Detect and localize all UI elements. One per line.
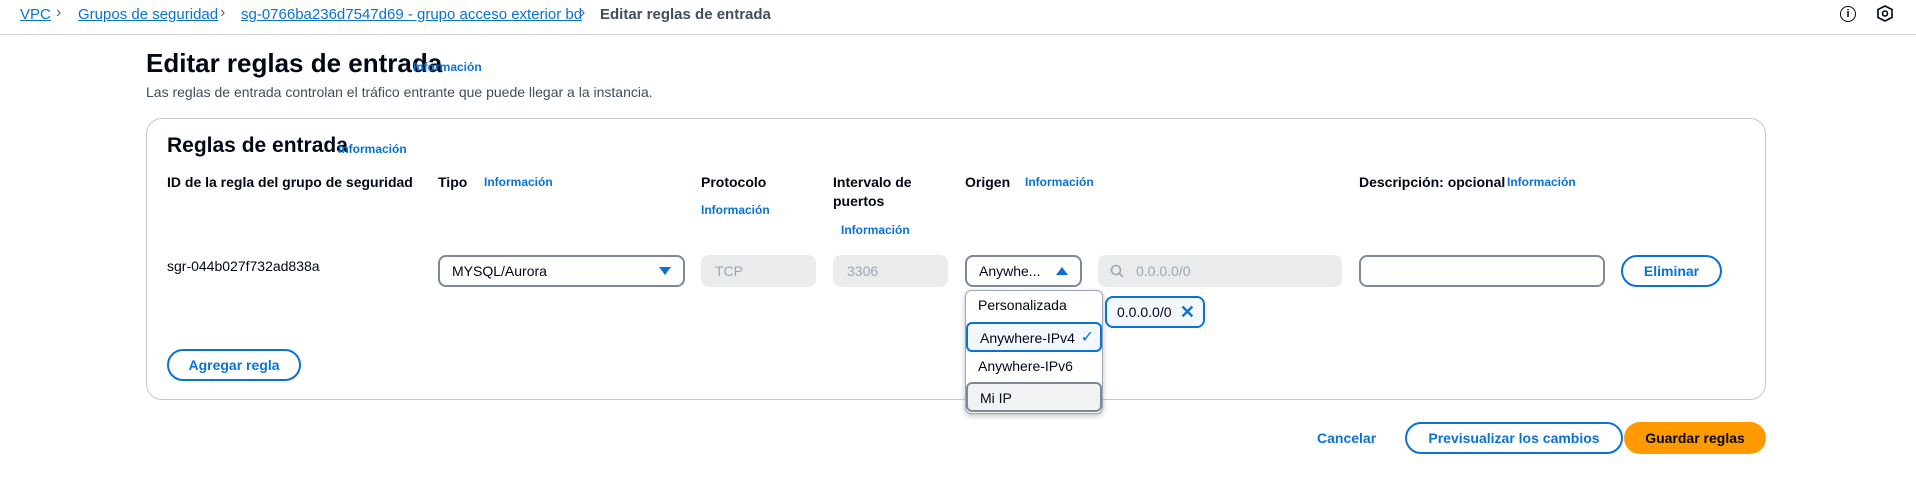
source-option-anywhere-ipv4-label: Anywhere-IPv4 xyxy=(980,330,1075,346)
port-range-input: 3306 xyxy=(833,255,948,287)
add-rule-button[interactable]: Agregar regla xyxy=(167,349,301,381)
column-header-protocol: Protocolo xyxy=(701,174,767,190)
delete-rule-button[interactable]: Eliminar xyxy=(1621,255,1722,287)
cidr-search-input: 0.0.0.0/0 xyxy=(1098,255,1342,287)
description-input[interactable] xyxy=(1359,255,1605,287)
breadcrumb-security-groups-link[interactable]: Grupos de seguridad xyxy=(78,6,218,23)
type-info-link[interactable]: Información xyxy=(484,175,553,189)
chevron-right-icon: › xyxy=(580,4,586,21)
source-dropdown: Personalizada Anywhere-IPv4 ✓ Anywhere-I… xyxy=(965,290,1103,414)
source-option-anywhere-ipv4[interactable]: Anywhere-IPv4 ✓ xyxy=(966,322,1102,352)
column-header-description: Descripción: opcional xyxy=(1359,174,1506,190)
breadcrumb-bar: VPC › Grupos de seguridad › sg-0766ba236… xyxy=(0,0,1916,35)
cidr-token-label: 0.0.0.0/0 xyxy=(1117,304,1172,320)
save-rules-button[interactable]: Guardar reglas xyxy=(1624,422,1766,454)
protocol-info-link[interactable]: Información xyxy=(701,203,770,217)
source-option-anywhere-ipv6[interactable]: Anywhere-IPv6 xyxy=(966,352,1102,382)
port-range-label-line1: Intervalo de xyxy=(833,174,912,190)
port-range-label-line2: puertos xyxy=(833,193,885,209)
settings-hex-icon[interactable] xyxy=(1877,5,1893,22)
breadcrumb-current: Editar reglas de entrada xyxy=(600,6,771,23)
panel-title: Reglas de entrada xyxy=(167,134,348,157)
cidr-token: 0.0.0.0/0 ✕ xyxy=(1105,296,1205,328)
caret-down-icon xyxy=(659,267,671,275)
source-option-personalizada[interactable]: Personalizada xyxy=(966,291,1102,321)
column-header-port-range: Intervalo de puertos xyxy=(833,174,912,209)
column-header-source: Origen xyxy=(965,174,1011,190)
chevron-right-icon: › xyxy=(56,4,62,21)
breadcrumb-vpc-link[interactable]: VPC xyxy=(20,6,51,23)
panel-title-info-link[interactable]: Información xyxy=(338,142,407,156)
chevron-right-icon: › xyxy=(220,4,226,21)
source-select[interactable]: Anywhe... xyxy=(965,255,1082,287)
preview-changes-button[interactable]: Previsualizar los cambios xyxy=(1405,422,1623,454)
cancel-button[interactable]: Cancelar xyxy=(1317,430,1376,446)
page-title: Editar reglas de entrada xyxy=(146,48,443,78)
page-description: Las reglas de entrada controlan el tráfi… xyxy=(146,84,653,100)
search-icon xyxy=(1110,264,1124,278)
close-icon[interactable]: ✕ xyxy=(1180,298,1195,326)
description-info-link[interactable]: Información xyxy=(1507,175,1576,189)
type-select[interactable]: MYSQL/Aurora xyxy=(438,255,685,287)
column-header-rule-id: ID de la regla del grupo de seguridad xyxy=(167,174,413,190)
type-select-value: MYSQL/Aurora xyxy=(452,263,547,279)
info-circle-icon[interactable]: i xyxy=(1840,6,1856,22)
protocol-input: TCP xyxy=(701,255,816,287)
cidr-search-placeholder: 0.0.0.0/0 xyxy=(1136,263,1191,279)
source-select-value: Anywhe... xyxy=(979,263,1041,279)
rule-id-value: sgr-044b027f732ad838a xyxy=(167,258,320,274)
port-range-info-link[interactable]: Información xyxy=(841,223,910,237)
breadcrumb-security-group-link[interactable]: sg-0766ba236d7547d69 - grupo acceso exte… xyxy=(241,6,582,23)
page-title-info-link[interactable]: Información xyxy=(413,60,482,74)
check-icon: ✓ xyxy=(1080,329,1094,346)
caret-up-icon xyxy=(1056,267,1068,275)
source-info-link[interactable]: Información xyxy=(1025,175,1094,189)
source-option-my-ip[interactable]: Mi IP xyxy=(966,382,1102,412)
column-header-type: Tipo xyxy=(438,174,468,190)
